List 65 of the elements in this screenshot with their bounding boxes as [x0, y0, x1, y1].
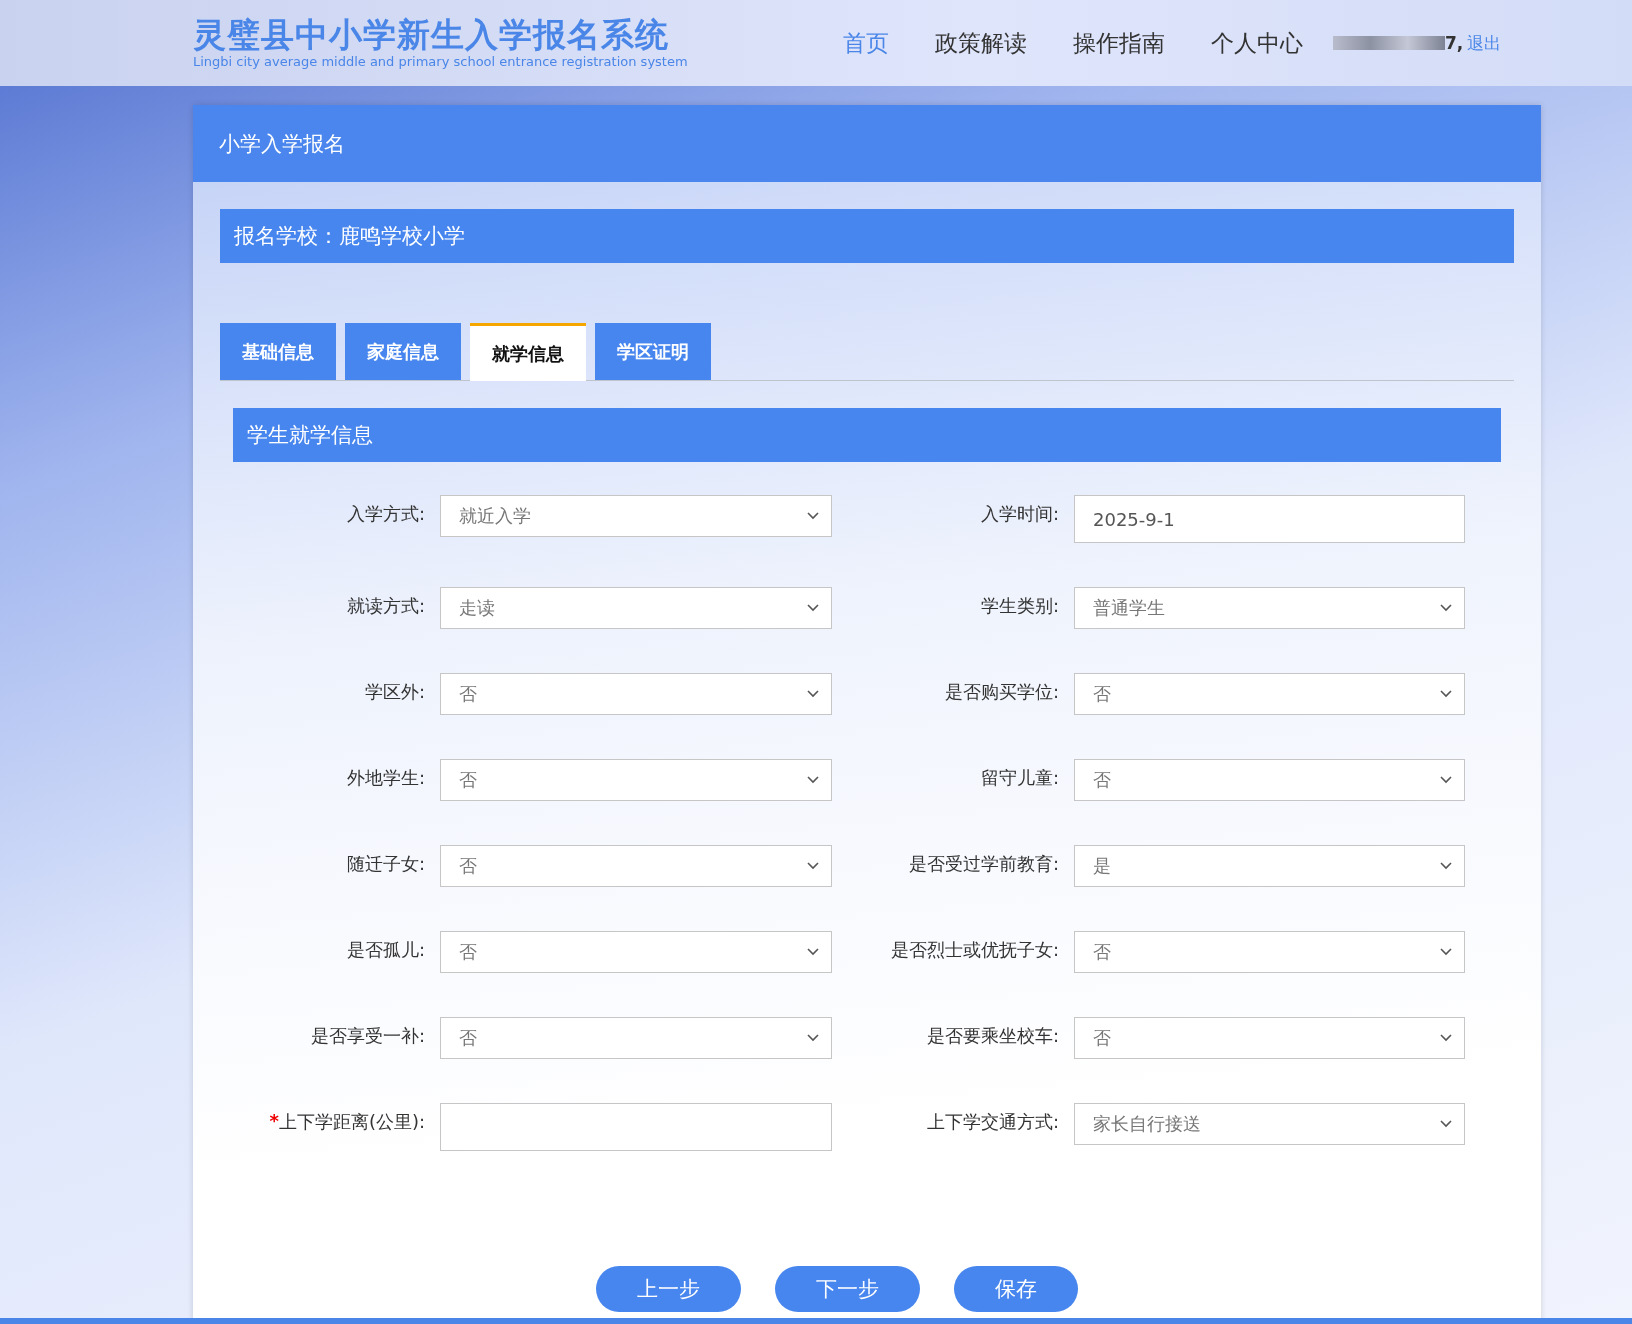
- select-field[interactable]: 否: [440, 931, 832, 973]
- required-mark: *: [269, 1110, 279, 1131]
- field-label: 随迁子女:: [346, 852, 425, 876]
- chevron-down-icon: [807, 862, 819, 870]
- field-label: 外地学生:: [346, 766, 425, 790]
- tab[interactable]: 家庭信息: [345, 323, 461, 380]
- select-field[interactable]: 否: [440, 759, 832, 801]
- nav-link[interactable]: 政策解读: [935, 27, 1027, 59]
- chevron-down-icon: [1440, 1120, 1452, 1128]
- field-label: 上下学交通方式:: [926, 1110, 1059, 1134]
- chevron-down-icon: [1440, 776, 1452, 784]
- field-label: 入学方式:: [346, 502, 425, 526]
- school-bar: 报名学校：鹿鸣学校小学: [220, 209, 1514, 263]
- chevron-down-icon: [1440, 690, 1452, 698]
- chevron-down-icon: [1440, 948, 1452, 956]
- select-field[interactable]: 否: [440, 845, 832, 887]
- section-title: 学生就学信息: [233, 408, 1501, 462]
- chevron-down-icon: [1440, 1034, 1452, 1042]
- input-field[interactable]: 2025-9-1: [1074, 495, 1465, 543]
- chevron-down-icon: [1440, 862, 1452, 870]
- field-label: 是否烈士或优抚子女:: [890, 938, 1059, 962]
- action-button[interactable]: 下一步: [775, 1266, 920, 1312]
- input-field[interactable]: [440, 1103, 832, 1151]
- select-field[interactable]: 否: [1074, 759, 1465, 801]
- logout-link[interactable]: 退出: [1467, 31, 1502, 55]
- tab[interactable]: 基础信息: [220, 323, 336, 380]
- tab[interactable]: 就学信息: [470, 323, 586, 381]
- site-title: 灵璧县中小学新生入学报名系统: [193, 16, 670, 54]
- field-label: 入学时间:: [980, 502, 1059, 526]
- select-field[interactable]: 普通学生: [1074, 587, 1465, 629]
- select-field[interactable]: 否: [1074, 1017, 1465, 1059]
- select-field[interactable]: 就近入学: [440, 495, 832, 537]
- action-button[interactable]: 上一步: [596, 1266, 741, 1312]
- select-field[interactable]: 走读: [440, 587, 832, 629]
- panel-title: 小学入学报名: [193, 105, 1541, 182]
- field-label: 学区外:: [364, 680, 425, 704]
- field-label: 是否要乘坐校车:: [926, 1024, 1059, 1048]
- action-button[interactable]: 保存: [954, 1266, 1078, 1312]
- chevron-down-icon: [807, 776, 819, 784]
- select-field[interactable]: 否: [1074, 931, 1465, 973]
- chevron-down-icon: [807, 1034, 819, 1042]
- chevron-down-icon: [807, 604, 819, 612]
- nav-link[interactable]: 首页: [843, 27, 889, 59]
- select-field[interactable]: 否: [440, 1017, 832, 1059]
- field-label: 是否孤儿:: [346, 938, 425, 962]
- select-field[interactable]: 否: [440, 673, 832, 715]
- field-label: 是否享受一补:: [310, 1024, 425, 1048]
- field-label: 留守儿童:: [980, 766, 1059, 790]
- nav-link[interactable]: 操作指南: [1073, 27, 1165, 59]
- field-label: 是否受过学前教育:: [908, 852, 1059, 876]
- field-label: 是否购买学位:: [944, 680, 1059, 704]
- chevron-down-icon: [807, 512, 819, 520]
- chevron-down-icon: [807, 948, 819, 956]
- chevron-down-icon: [807, 690, 819, 698]
- field-label: 学生类别:: [980, 594, 1059, 618]
- field-label: 就读方式:: [346, 594, 425, 618]
- select-field[interactable]: 家长自行接送: [1074, 1103, 1465, 1145]
- nav-link[interactable]: 个人中心: [1211, 27, 1303, 59]
- field-label: 上下学距离(公里):: [278, 1110, 425, 1134]
- chevron-down-icon: [1440, 604, 1452, 612]
- tab[interactable]: 学区证明: [595, 323, 711, 380]
- username: 7,: [1445, 33, 1464, 53]
- select-field[interactable]: 是: [1074, 845, 1465, 887]
- site-subtitle: Lingbi city average middle and primary school entrance registration system: [193, 54, 689, 70]
- select-field[interactable]: 否: [1074, 673, 1465, 715]
